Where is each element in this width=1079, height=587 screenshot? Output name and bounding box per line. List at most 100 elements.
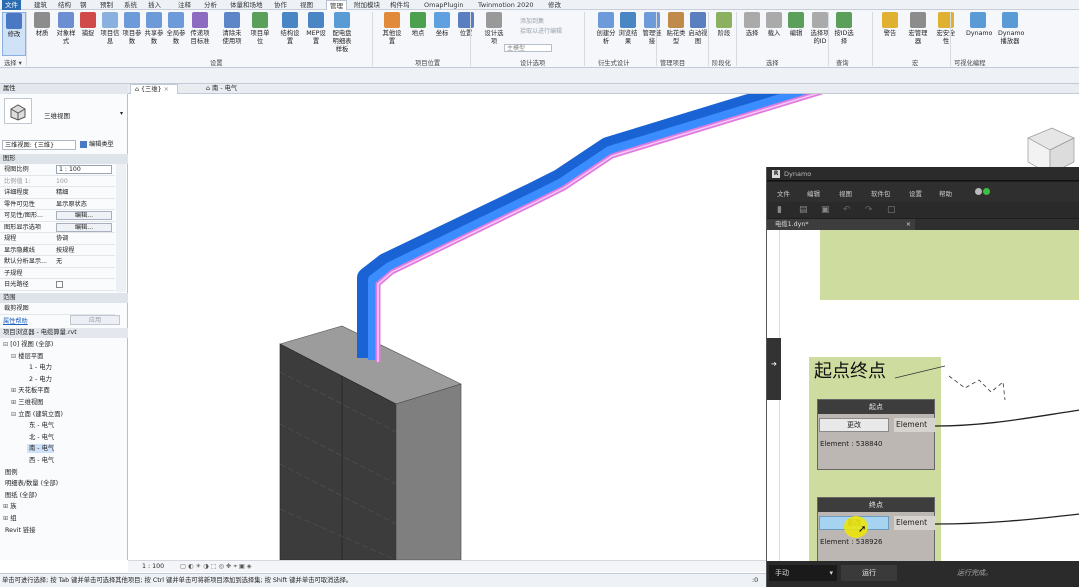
ribbon-button[interactable]: 载入 <box>762 12 786 56</box>
open-file-icon[interactable]: ▤ <box>799 205 808 215</box>
ribbon-button[interactable]: 结构设置 <box>278 12 302 56</box>
type-dropdown-arrow[interactable]: ▾ <box>120 110 123 117</box>
ribbon-button[interactable]: MEP设置 <box>304 12 328 56</box>
menu-tab[interactable]: 注释 <box>178 0 191 10</box>
ribbon-button[interactable]: 选择 <box>740 12 764 56</box>
tree-node[interactable]: ⊞ 组 <box>3 514 17 523</box>
ribbon-button[interactable]: 坐标 <box>430 12 454 56</box>
ribbon-button[interactable]: 位置 <box>454 12 478 56</box>
tree-node[interactable]: 图纸 (全部) <box>3 491 37 500</box>
dynamo-menu-item[interactable]: 设置 <box>909 188 922 198</box>
menu-tab[interactable]: OmapPlugin <box>424 0 463 10</box>
dynamo-menu-item[interactable]: 视图 <box>839 188 852 198</box>
property-value[interactable]: 1 : 100 <box>56 165 112 174</box>
menu-tab[interactable]: 插入 <box>148 0 161 10</box>
tree-node[interactable]: 东 - 电气 <box>27 421 54 430</box>
undo-icon[interactable]: ↶ <box>843 205 851 215</box>
tree-node[interactable]: ⊟ 楼层平面 <box>11 352 43 361</box>
edit-button[interactable]: 编辑... <box>56 222 112 232</box>
menu-tab[interactable]: 管理 <box>326 0 347 10</box>
properties-help-link[interactable]: 属性帮助 <box>3 316 28 325</box>
menu-tab[interactable]: 钢 <box>80 0 87 10</box>
ribbon-button[interactable]: 其他设置 <box>380 12 404 56</box>
checkbox[interactable] <box>56 280 112 292</box>
tree-node[interactable]: 2 - 电力 <box>27 375 52 384</box>
property-row[interactable]: 显示隐藏线 按规程 <box>0 246 115 256</box>
tree-node[interactable]: 西 - 电气 <box>27 456 54 465</box>
edit-type-button[interactable]: 编辑类型 <box>80 140 126 150</box>
dynamo-menu-item[interactable]: 帮助 <box>939 188 952 198</box>
tree-node[interactable]: ⊟ 立面 (建筑立面) <box>11 410 63 419</box>
tree-node[interactable]: 明细表/数量 (全部) <box>3 479 58 488</box>
ribbon-button[interactable]: 启动视图 <box>686 12 710 56</box>
ribbon-button[interactable]: Dynamo <box>966 12 992 56</box>
menu-tab[interactable]: 分析 <box>204 0 217 10</box>
ribbon-button[interactable]: 浏览结果 <box>616 12 640 56</box>
design-option-dropdown[interactable]: 主模型 <box>504 44 552 52</box>
ribbon-button[interactable]: 项目参数 <box>120 12 144 56</box>
menu-tab[interactable]: 文件 <box>2 0 21 10</box>
new-file-icon[interactable]: ▮ <box>777 205 782 215</box>
tree-node[interactable]: ⊞ 族 <box>3 502 17 511</box>
tree-node[interactable]: Revit 链接 <box>3 526 36 535</box>
view-tab-3d[interactable]: ⌂ {三维} × <box>130 84 178 94</box>
ribbon-button[interactable]: 修改 <box>2 12 26 56</box>
menu-tab[interactable]: Twinmotion 2020 <box>478 0 534 10</box>
tree-node[interactable]: 南 - 电气 <box>27 444 55 454</box>
property-row[interactable]: 默认分析显示... 无 <box>0 257 115 268</box>
ribbon-button[interactable]: 清除未使用项 <box>220 12 244 56</box>
section-extents[interactable]: 范围 <box>0 293 128 303</box>
edit-button[interactable]: 编辑... <box>56 211 112 220</box>
ribbon-button[interactable]: 警告 <box>878 12 902 56</box>
menu-tab[interactable]: 体量和场地 <box>230 0 263 10</box>
tree-node[interactable]: ⊞ 三维视图 <box>11 398 43 407</box>
ribbon-button[interactable]: 全局参数 <box>164 12 188 56</box>
ribbon-small-button[interactable]: 添加到集 <box>520 16 544 25</box>
ribbon-button[interactable]: 阶段 <box>712 12 736 56</box>
expand-icon[interactable]: ⊞ <box>3 515 8 522</box>
view-scale[interactable]: 1 : 100 <box>142 561 164 572</box>
ribbon-button[interactable]: 贴花类型 <box>664 12 688 56</box>
distribution-cabinet[interactable] <box>279 325 462 561</box>
property-row[interactable]: 可见性/图形... 编辑... <box>0 211 115 222</box>
view-tab-south[interactable]: ⌂ 南 - 电气 <box>202 84 241 94</box>
ribbon-button[interactable]: 创建分析 <box>594 12 618 56</box>
menu-tab[interactable]: 视图 <box>300 0 313 10</box>
close-icon[interactable]: × <box>164 86 169 93</box>
menu-tab[interactable]: 预制 <box>100 0 113 10</box>
ribbon-button[interactable]: 传递项目标准 <box>188 12 212 56</box>
ribbon-button[interactable]: 按ID选择 <box>832 12 856 56</box>
tree-node[interactable]: ⊞ 天花板平面 <box>11 386 50 395</box>
expand-icon[interactable]: ⊞ <box>3 503 8 510</box>
expand-icon[interactable]: ⊞ <box>11 387 16 394</box>
tree-node[interactable]: 北 - 电气 <box>27 433 54 442</box>
section-graphics[interactable]: 图形 <box>0 154 128 164</box>
properties-scrollbar[interactable] <box>116 164 126 292</box>
tree-node[interactable]: ⊟ [0] 视图 (全部) <box>3 340 53 349</box>
view-control-icons[interactable]: ▢ ◐ ☀ ◑ ⬚ ◎ ✥ ⌖ ▣ ◈ <box>180 561 252 572</box>
ribbon-button[interactable]: 配电盘明细表样板 <box>330 12 354 56</box>
ribbon-button[interactable]: 项目单位 <box>248 12 272 56</box>
redo-icon[interactable]: ↷ <box>865 205 873 215</box>
apply-button[interactable]: 应用 <box>70 315 120 325</box>
ribbon-small-button[interactable]: 拾取以进行编辑 <box>520 26 562 35</box>
property-row[interactable]: 图形显示选项 编辑... <box>0 222 115 233</box>
tree-node[interactable]: 1 - 电力 <box>27 363 52 372</box>
screenshot-icon[interactable]: ▢ <box>887 205 896 215</box>
menu-tab[interactable]: 附加模块 <box>354 0 380 10</box>
property-row[interactable]: 比例值 1: 100 <box>0 177 115 187</box>
dynamo-menu-item[interactable]: 编辑 <box>807 188 820 198</box>
expand-icon[interactable]: ⊟ <box>3 341 8 348</box>
menu-tab[interactable]: 构件坞 <box>390 0 410 10</box>
ribbon-button[interactable]: 宏安全性 <box>934 12 958 56</box>
ribbon-button[interactable]: 编辑 <box>784 12 808 56</box>
property-row[interactable]: 规程 协调 <box>0 234 115 245</box>
ribbon-button[interactable]: 共享参数 <box>142 12 166 56</box>
expand-icon[interactable]: ⊟ <box>11 353 16 360</box>
ribbon-button[interactable]: 地点 <box>406 12 430 56</box>
property-row[interactable]: 零件可见性 显示原状态 <box>0 200 115 210</box>
property-row[interactable]: 日光路径 <box>0 280 115 291</box>
menu-tab[interactable]: 修改 <box>548 0 561 10</box>
ribbon-button[interactable]: 宏管理器 <box>906 12 930 56</box>
tree-node[interactable]: 图例 <box>3 468 18 477</box>
